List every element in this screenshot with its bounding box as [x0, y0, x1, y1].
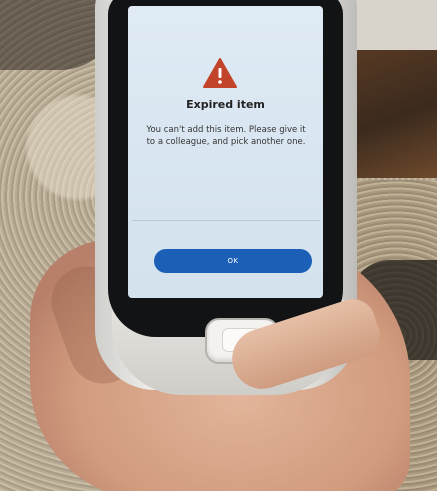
- warning-triangle-icon: [203, 58, 237, 88]
- dialog-message: You can't add this item. Please give it …: [146, 125, 306, 147]
- photo-background: Expired item You can't add this item. Pl…: [0, 0, 437, 491]
- ok-button[interactable]: OK: [154, 249, 312, 273]
- dialog-title: Expired item: [186, 98, 265, 111]
- divider: [132, 220, 320, 221]
